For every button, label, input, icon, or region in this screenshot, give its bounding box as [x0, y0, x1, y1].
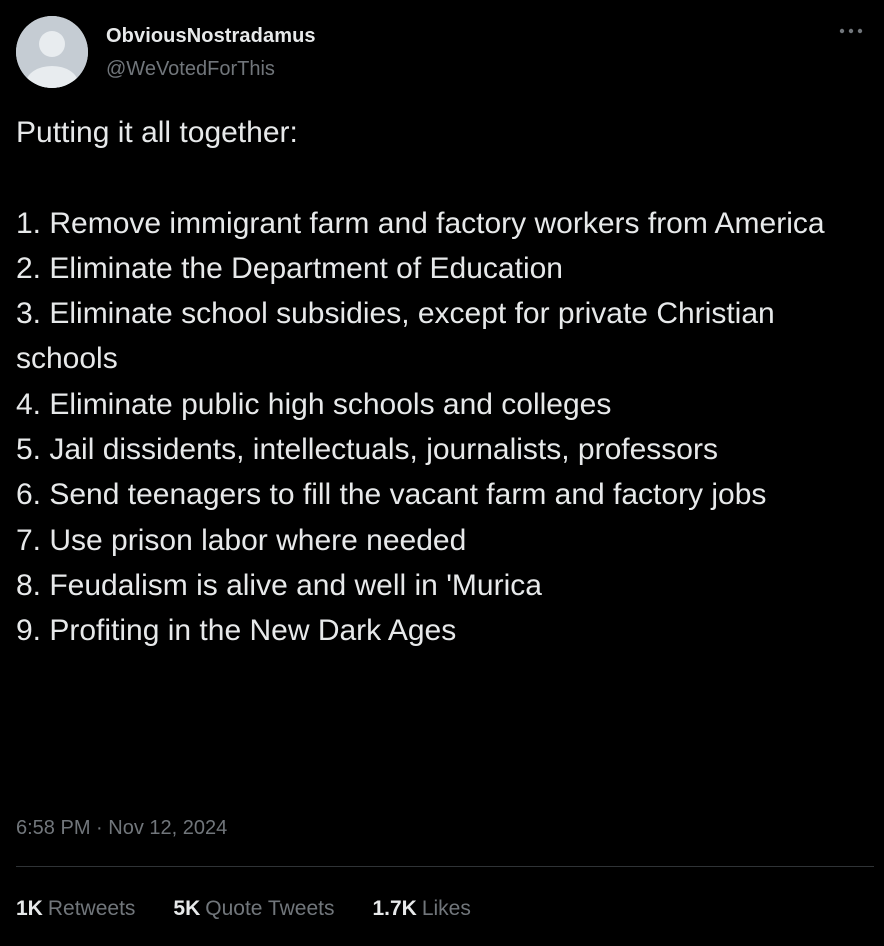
quote-tweets-count: 5K	[173, 897, 201, 920]
tweet-timestamp[interactable]: 6:58 PM · Nov 12, 2024	[16, 815, 227, 841]
tweet-line: 3. Eliminate school subsidies, except fo…	[16, 297, 775, 376]
tweet-line: 9. Profiting in the New Dark Ages	[16, 614, 457, 648]
likes-label: Likes	[421, 897, 471, 920]
tweet-intro: Putting it all together:	[16, 116, 298, 149]
tweet-line: 2. Eliminate the Department of Education	[16, 251, 563, 285]
tweet-line: 5. Jail dissidents, intellectuals, journ…	[16, 433, 718, 467]
tweet-line: 7. Use prison labor where needed	[16, 523, 467, 557]
tweet-line: 4. Eliminate public high schools and col…	[16, 387, 612, 421]
tweet-line: 6. Send teenagers to fill the vacant far…	[16, 478, 767, 512]
tweet-line: 8. Feudalism is alive and well in 'Muric…	[16, 568, 542, 602]
retweets-label: Retweets	[47, 897, 136, 920]
more-options-button[interactable]	[834, 18, 868, 44]
divider	[16, 866, 874, 867]
tweet-text: Putting it all together: 1. Remove immig…	[16, 110, 846, 654]
default-profile-icon	[16, 16, 88, 88]
author-handle[interactable]: @WeVotedForThis	[106, 57, 316, 81]
quote-tweets-label: Quote Tweets	[205, 897, 335, 920]
likes-stat[interactable]: 1.7K Likes	[372, 896, 470, 922]
tweet-line: 1. Remove immigrant farm and factory wor…	[16, 206, 825, 240]
likes-count: 1.7K	[372, 897, 417, 920]
tweet-stats: 1K Retweets 5K Quote Tweets 1.7K Likes	[16, 896, 471, 922]
more-dots-icon	[839, 28, 863, 34]
retweets-stat[interactable]: 1K Retweets	[16, 896, 135, 922]
quote-tweets-stat[interactable]: 5K Quote Tweets	[173, 896, 334, 922]
author-display-name[interactable]: ObviousNostradamus	[106, 24, 316, 48]
tweet-header: ObviousNostradamus @WeVotedForThis	[16, 16, 868, 90]
retweets-count: 1K	[16, 897, 43, 920]
author-names: ObviousNostradamus @WeVotedForThis	[106, 24, 316, 81]
avatar[interactable]	[16, 16, 88, 88]
